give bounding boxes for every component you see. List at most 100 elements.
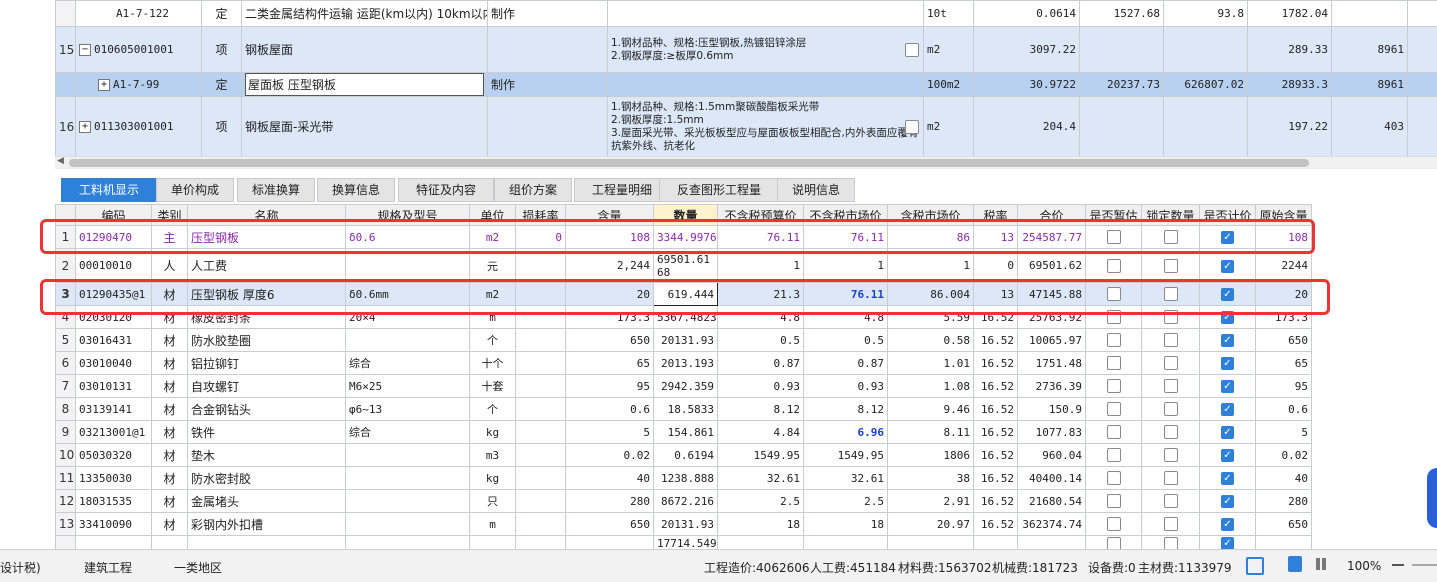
cell-qty[interactable]: 2942.359	[654, 375, 718, 398]
cell-priced[interactable]: ✓	[1200, 306, 1256, 329]
cell-qty[interactable]: 20131.93	[654, 513, 718, 536]
row-number[interactable]: 12	[56, 490, 76, 513]
quota-cell-name[interactable]: 屋面板 压型钢板	[242, 73, 488, 97]
cell-tax_market[interactable]: 2.91	[888, 490, 974, 513]
layout-toggle-icon[interactable]	[1246, 557, 1264, 575]
cell-tax[interactable]: 16.52	[974, 490, 1018, 513]
cell-code[interactable]: 01290470	[76, 226, 152, 249]
cell-orig[interactable]: 2244	[1256, 249, 1312, 283]
cell-priced[interactable]: ✓	[1200, 375, 1256, 398]
cell-budget[interactable]: 18	[718, 513, 804, 536]
cell-market[interactable]: 0.93	[804, 375, 888, 398]
checked-checkbox[interactable]: ✓	[1221, 380, 1234, 393]
quota-cell-type[interactable]: 项	[202, 97, 242, 157]
cell-total[interactable]: 362374.74	[1018, 513, 1086, 536]
cell-tax[interactable]: 16.52	[974, 375, 1018, 398]
material-row[interactable]: 101290470主压型钢板δ0.6m201083344.997676.1176…	[56, 226, 1312, 249]
material-row[interactable]: 503016431材防水胶垫圈个65020131.930.50.50.5816.…	[56, 329, 1312, 352]
cell-est[interactable]	[1086, 226, 1142, 249]
quota-cell-c4[interactable]: 8961	[1332, 27, 1408, 73]
unchecked-checkbox[interactable]	[1107, 379, 1121, 393]
cell-name[interactable]: 合金钢钻头	[188, 398, 346, 421]
cell-unit[interactable]: m	[470, 306, 516, 329]
cell-name[interactable]: 防水密封胶	[188, 467, 346, 490]
cell-budget[interactable]: 4.8	[718, 306, 804, 329]
cell-spec[interactable]: 综合	[346, 421, 470, 444]
cell-lock[interactable]	[1142, 306, 1200, 329]
quota-cell-num[interactable]	[56, 1, 76, 27]
quota-cell-unit[interactable]: m2	[924, 97, 974, 157]
cell-code[interactable]: 13350030	[76, 467, 152, 490]
row-number[interactable]: 5	[56, 329, 76, 352]
unchecked-checkbox[interactable]	[1107, 259, 1121, 273]
cell-qty[interactable]: 20131.93	[654, 329, 718, 352]
cell-priced[interactable]: ✓	[1200, 398, 1256, 421]
quota-cell-code[interactable]: +011303001001	[76, 97, 202, 157]
column-header[interactable]: 单位	[470, 205, 516, 226]
tab-4[interactable]: 特征及内容	[398, 178, 494, 202]
cell-orig[interactable]: 20	[1256, 283, 1312, 306]
checked-checkbox[interactable]: ✓	[1221, 449, 1234, 462]
row-number[interactable]: 4	[56, 306, 76, 329]
cell-cat[interactable]: 人	[152, 249, 188, 283]
cell-tax[interactable]: 13	[974, 283, 1018, 306]
cell-lock[interactable]	[1142, 467, 1200, 490]
cell-budget[interactable]: 4.84	[718, 421, 804, 444]
cell-priced[interactable]: ✓	[1200, 226, 1256, 249]
quota-cell-num[interactable]: 16	[56, 97, 76, 157]
cell-loss[interactable]	[516, 375, 566, 398]
cell-content[interactable]: 20	[566, 283, 654, 306]
quota-cell-qty[interactable]: 30.9722	[974, 73, 1080, 97]
cell-total[interactable]: 21680.54	[1018, 490, 1086, 513]
unchecked-checkbox[interactable]	[1107, 356, 1121, 370]
cell-name[interactable]: 人工费	[188, 249, 346, 283]
cell-spec[interactable]	[346, 249, 470, 283]
cell-name[interactable]: 金属堵头	[188, 490, 346, 513]
tab-5[interactable]: 组价方案	[494, 178, 572, 202]
unchecked-checkbox[interactable]	[1107, 494, 1121, 508]
cell-name[interactable]: 橡皮密封条	[188, 306, 346, 329]
cell-cat[interactable]: 材	[152, 490, 188, 513]
cell-priced[interactable]: ✓	[1200, 513, 1256, 536]
quota-cell-edge[interactable]	[1408, 27, 1437, 73]
checked-checkbox[interactable]: ✓	[1221, 357, 1234, 370]
column-header[interactable]: 名称	[188, 205, 346, 226]
column-header[interactable]: 类别	[152, 205, 188, 226]
collapse-icon[interactable]: −	[79, 44, 91, 56]
quota-cell-c1[interactable]	[1080, 97, 1164, 157]
tab-8[interactable]: 说明信息	[777, 178, 855, 202]
cell-est[interactable]	[1086, 329, 1142, 352]
cell-code[interactable]: 03139141	[76, 398, 152, 421]
cell-name[interactable]: 自攻螺钉	[188, 375, 346, 398]
cell-orig[interactable]: 280	[1256, 490, 1312, 513]
cell-cat[interactable]: 材	[152, 421, 188, 444]
quota-cell-c1[interactable]: 1527.68	[1080, 1, 1164, 27]
cell-loss[interactable]	[516, 398, 566, 421]
horizontal-scrollbar[interactable]: ◀	[55, 156, 1437, 169]
cell-orig[interactable]: 173.3	[1256, 306, 1312, 329]
cell-qty[interactable]: 154.861	[654, 421, 718, 444]
quota-cell-c2[interactable]	[1164, 27, 1248, 73]
row-number[interactable]: 7	[56, 375, 76, 398]
cell-lock[interactable]	[1142, 249, 1200, 283]
cell-unit[interactable]: m2	[470, 226, 516, 249]
material-row[interactable]: 603010040材铝拉铆钉综合十个652013.1930.870.871.01…	[56, 352, 1312, 375]
quota-cell-type[interactable]: 项	[202, 27, 242, 73]
cell-orig[interactable]: 65	[1256, 352, 1312, 375]
column-header[interactable]: 不含税市场价	[804, 205, 888, 226]
unchecked-checkbox[interactable]	[1164, 402, 1178, 416]
cell-budget[interactable]: 0.5	[718, 329, 804, 352]
cell-qty[interactable]: 2013.193	[654, 352, 718, 375]
cell-name[interactable]: 垫木	[188, 444, 346, 467]
cell-content[interactable]: 650	[566, 329, 654, 352]
checked-checkbox[interactable]: ✓	[1221, 426, 1234, 439]
unchecked-checkbox[interactable]	[1164, 310, 1178, 324]
cell-lock[interactable]	[1142, 513, 1200, 536]
cell-code[interactable]: 03010131	[76, 375, 152, 398]
checked-checkbox[interactable]: ✓	[1221, 495, 1234, 508]
unchecked-checkbox[interactable]	[1164, 448, 1178, 462]
cell-code[interactable]: 18031535	[76, 490, 152, 513]
cell-code[interactable]: 00010010	[76, 249, 152, 283]
cell-content[interactable]: 2,244	[566, 249, 654, 283]
cell-tax[interactable]: 16.52	[974, 513, 1018, 536]
